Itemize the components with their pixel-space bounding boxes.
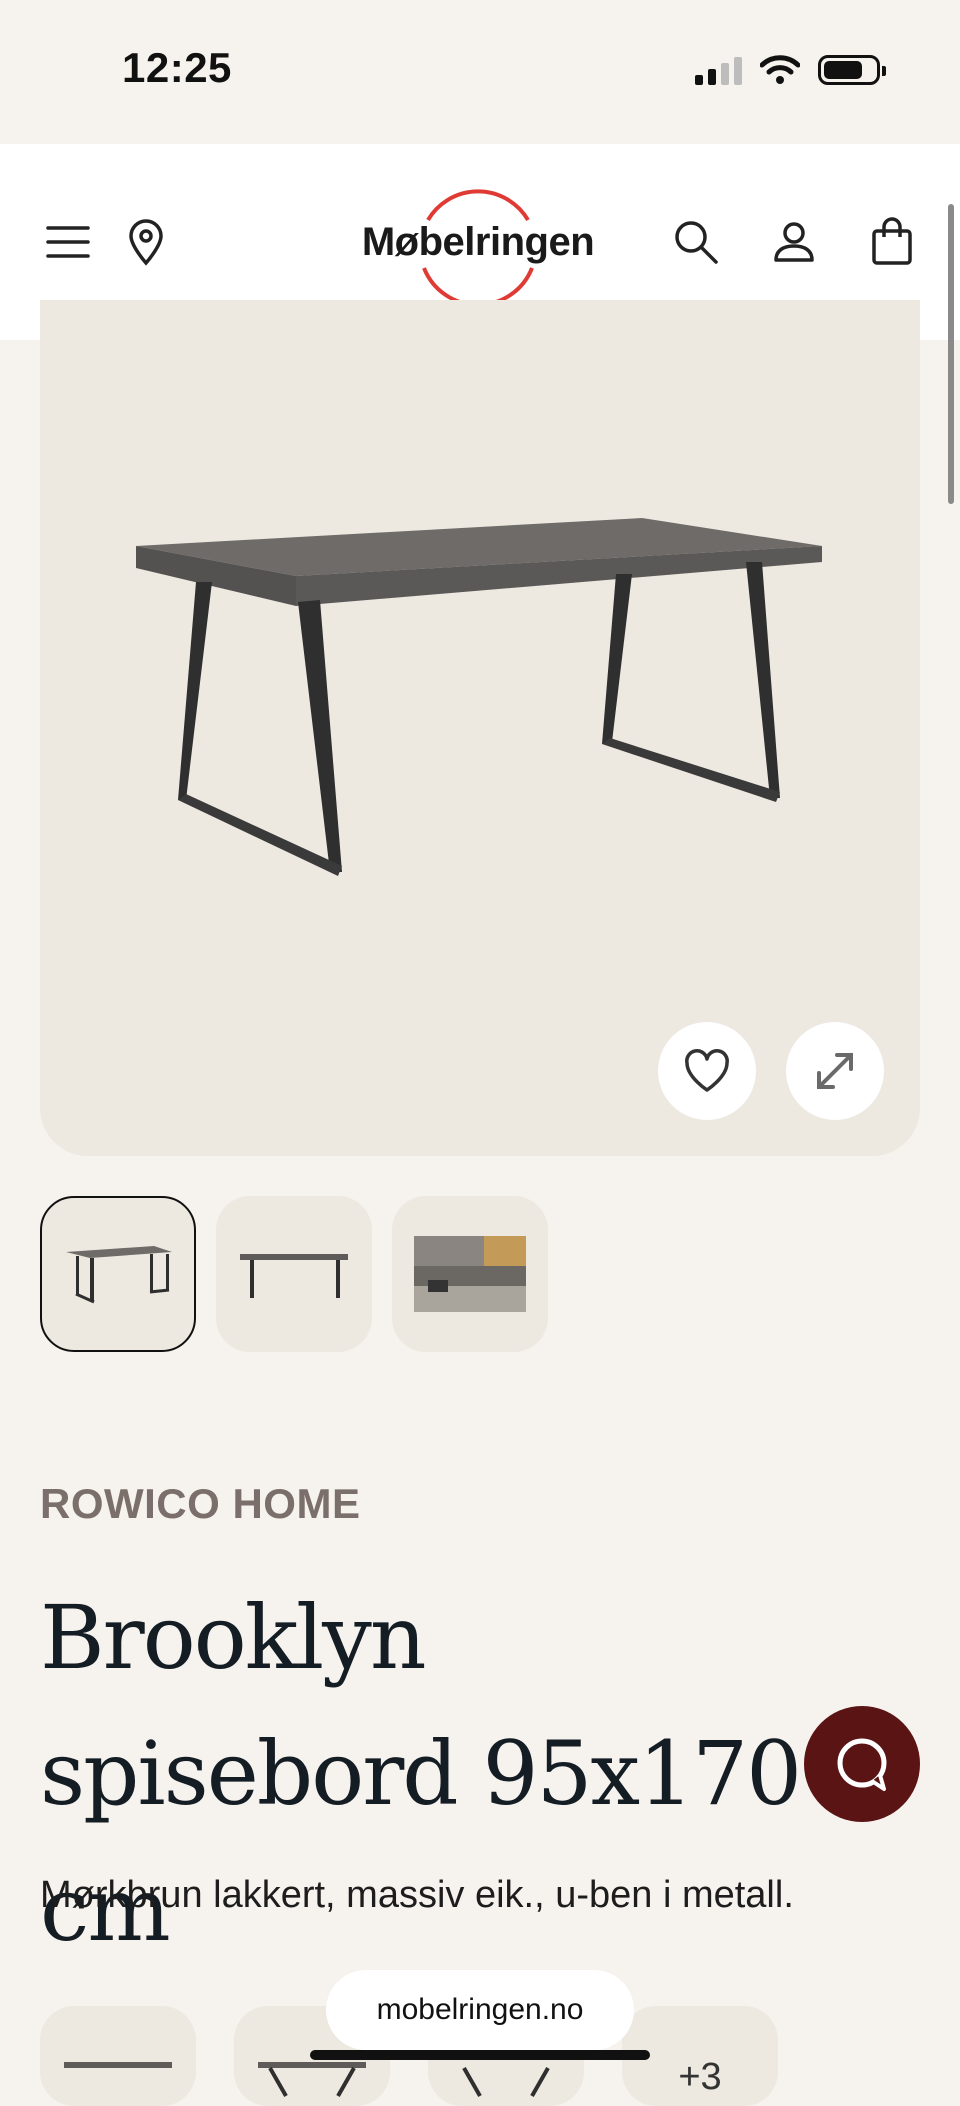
table-detail-thumbnail-image [414, 1236, 526, 1312]
dining-table-image [136, 518, 822, 876]
table-side-thumbnail-image [240, 1254, 348, 1298]
variant-swatch-1[interactable] [40, 2006, 196, 2106]
site-logo[interactable]: Møbelringen [358, 180, 598, 304]
thumbnail-1[interactable] [40, 1196, 196, 1352]
page-scrollbar[interactable] [948, 204, 954, 504]
table-thumbnail-image [66, 1246, 172, 1304]
favorite-button[interactable] [658, 1022, 756, 1120]
chat-button[interactable] [804, 1706, 920, 1822]
account-icon[interactable] [766, 214, 822, 270]
search-icon[interactable] [668, 214, 724, 270]
product-brand[interactable]: ROWICO HOME [40, 1480, 360, 1528]
cellular-signal-icon [695, 55, 742, 85]
variant-table-image [64, 2062, 172, 2068]
wifi-icon [760, 55, 800, 84]
product-image[interactable] [40, 300, 920, 1156]
location-pin-icon[interactable] [118, 214, 174, 270]
status-icons [695, 52, 886, 88]
fullscreen-button[interactable] [786, 1022, 884, 1120]
shopping-bag-icon[interactable] [864, 214, 920, 270]
thumbnail-3[interactable] [392, 1196, 548, 1352]
chat-bubble-icon [837, 1738, 887, 1791]
product-description: Mørkbrun lakkert, massiv eik., u-ben i m… [40, 1874, 794, 1916]
battery-icon [818, 55, 886, 85]
thumbnail-2[interactable] [216, 1196, 372, 1352]
status-time: 12:25 [122, 44, 232, 91]
menu-icon[interactable] [40, 214, 96, 270]
browser-url-bar[interactable]: mobelringen.no [326, 1970, 634, 2050]
heart-icon [685, 1049, 729, 1092]
expand-icon [817, 1053, 853, 1089]
status-bar: 12:25 [0, 0, 960, 144]
home-indicator[interactable] [310, 2050, 650, 2060]
logo-text: Møbelringen [361, 220, 595, 264]
